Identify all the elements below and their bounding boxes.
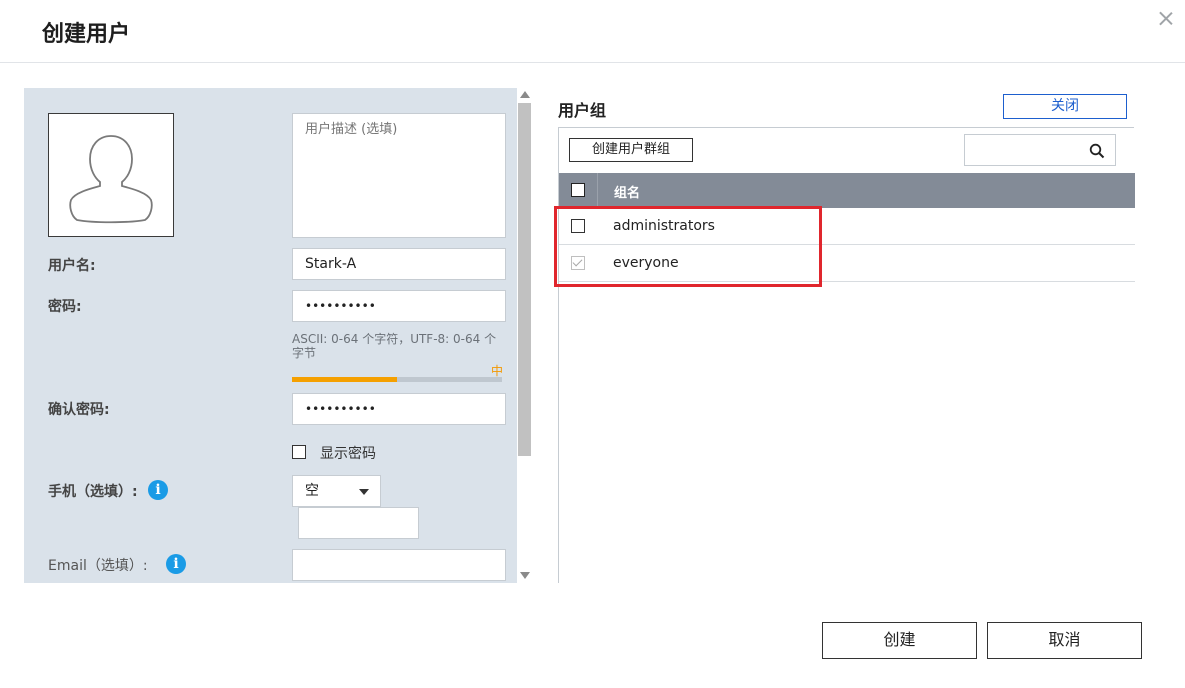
table-row[interactable]: administrators — [559, 208, 1135, 245]
email-label: Email（选填）: — [48, 558, 148, 574]
confirm-password-label: 确认密码: — [48, 402, 110, 418]
user-group-title: 用户组 — [558, 101, 607, 120]
avatar[interactable] — [48, 113, 174, 237]
scroll-down-arrow-icon[interactable] — [520, 572, 530, 579]
create-group-button[interactable]: 创建用户群组 — [569, 138, 693, 162]
group-name: everyone — [613, 255, 679, 271]
group-name-column-header: 组名 — [614, 186, 641, 201]
phone-country-value: 空 — [305, 483, 319, 499]
close-groups-button[interactable]: 关闭 — [1003, 94, 1127, 119]
phone-number-input[interactable] — [298, 507, 419, 539]
chevron-down-icon — [359, 489, 369, 495]
close-icon[interactable] — [1156, 9, 1176, 29]
cancel-button[interactable]: 取消 — [987, 622, 1142, 659]
show-password-label: 显示密码 — [320, 446, 376, 462]
table-row[interactable]: everyone — [559, 245, 1135, 282]
search-icon[interactable] — [1089, 143, 1105, 159]
user-silhouette-icon — [69, 135, 153, 224]
user-group-panel: 创建用户群组 组名 administrators everyone — [558, 127, 1135, 583]
group-search-input[interactable] — [964, 134, 1116, 166]
confirm-password-input[interactable]: •••••••••• — [292, 393, 506, 425]
info-icon[interactable]: i — [166, 554, 186, 574]
row-checkbox[interactable] — [571, 219, 585, 233]
scroll-thumb[interactable] — [518, 103, 531, 456]
show-password-checkbox[interactable] — [292, 445, 306, 459]
password-input[interactable]: •••••••••• — [292, 290, 506, 322]
form-scrollbar[interactable] — [517, 88, 532, 583]
scroll-up-arrow-icon[interactable] — [520, 91, 530, 98]
email-input[interactable] — [292, 549, 506, 581]
dialog-title: 创建用户 — [42, 22, 131, 47]
username-label: 用户名: — [48, 258, 96, 274]
user-form-panel: 用户名: Stark-A 密码: •••••••••• ASCII: 0-64 … — [24, 88, 518, 583]
password-strength-bar — [292, 377, 502, 382]
password-strength-fill — [292, 377, 397, 382]
description-field[interactable] — [292, 113, 506, 238]
select-all-checkbox[interactable] — [571, 183, 585, 197]
group-name: administrators — [613, 218, 715, 234]
phone-country-select[interactable]: 空 — [292, 475, 381, 507]
dialog-header: 创建用户 — [0, 0, 1185, 63]
phone-label: 手机（选填）: — [48, 484, 138, 500]
header-divider — [597, 173, 598, 208]
group-table-header: 组名 — [559, 173, 1135, 208]
username-input[interactable]: Stark-A — [292, 248, 506, 280]
create-button[interactable]: 创建 — [822, 622, 977, 659]
password-label: 密码: — [48, 299, 82, 315]
row-checkbox — [571, 256, 585, 270]
password-hint: ASCII: 0-64 个字符，UTF-8: 0-64 个字节 — [292, 332, 497, 360]
checkmark-icon — [572, 256, 583, 267]
info-icon[interactable]: i — [148, 480, 168, 500]
